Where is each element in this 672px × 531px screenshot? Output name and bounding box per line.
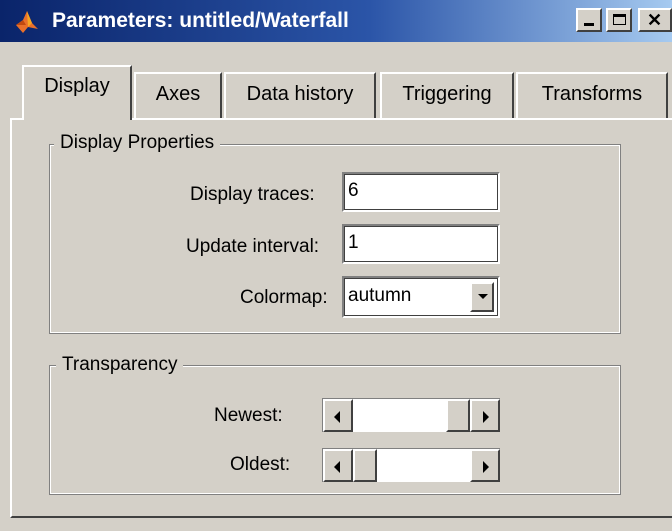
tab-triggering[interactable]: Triggering [380,72,514,118]
minimize-button[interactable] [576,8,602,32]
display-properties-group [49,144,621,334]
colormap-select[interactable]: autumn [342,276,500,318]
tab-axes[interactable]: Axes [134,72,222,118]
minimize-icon [584,23,594,26]
arrow-left-icon [334,461,340,473]
oldest-label: Oldest: [230,454,291,475]
title-bar[interactable]: Parameters: untitled/Waterfall ✕ [0,0,672,42]
newest-label: Newest: [214,405,283,426]
update-interval-input[interactable]: 1 [342,224,500,264]
maximize-button[interactable] [606,8,632,32]
arrow-right-icon [483,411,489,423]
newest-increment-button[interactable] [470,399,500,432]
display-properties-title: Display Properties [54,132,221,154]
tab-label: Data history [246,83,354,105]
arrow-left-icon [334,411,340,423]
tab-label: Axes [155,83,201,105]
transparency-title: Transparency [56,354,184,376]
display-traces-label: Display traces: [190,184,315,205]
dropdown-button[interactable] [470,282,494,312]
tab-label: Display [44,75,110,97]
window-title: Parameters: untitled/Waterfall [52,9,349,32]
newest-slider[interactable] [322,398,500,432]
tab-label: Triggering [402,83,492,105]
tab-display[interactable]: Display [22,65,132,120]
matlab-logo-icon [16,11,38,33]
colormap-label: Colormap: [240,287,328,308]
oldest-decrement-button[interactable] [323,449,353,482]
close-button[interactable]: ✕ [638,8,672,32]
tab-transforms[interactable]: Transforms [516,72,668,118]
update-interval-label: Update interval: [186,236,320,257]
colormap-value: autumn [348,285,412,306]
tab-label: Transforms [541,83,643,105]
oldest-slider-thumb[interactable] [353,449,377,482]
chevron-down-icon [478,294,488,299]
display-traces-input[interactable]: 6 [342,172,500,212]
arrow-right-icon [483,461,489,473]
maximize-icon [613,14,626,25]
oldest-slider[interactable] [322,448,500,482]
newest-slider-thumb[interactable] [446,399,470,432]
oldest-increment-button[interactable] [470,449,500,482]
tab-data-history[interactable]: Data history [224,72,376,118]
close-icon: ✕ [647,10,663,30]
newest-decrement-button[interactable] [323,399,353,432]
